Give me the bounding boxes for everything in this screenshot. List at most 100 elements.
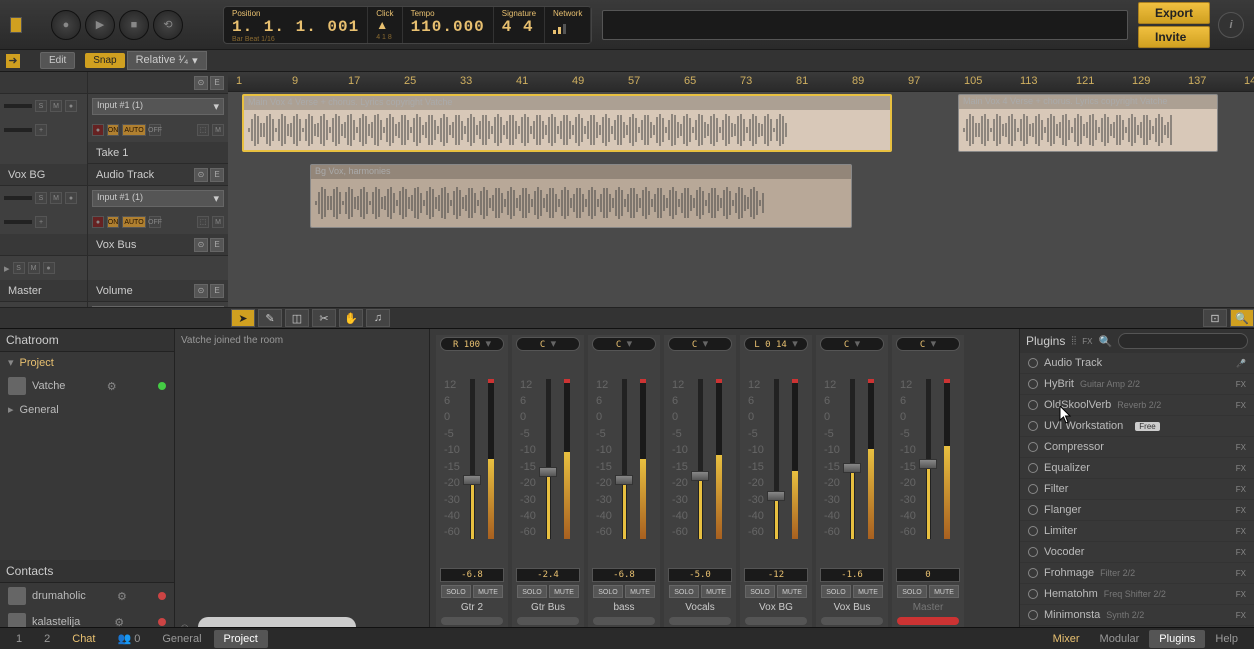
chat-user[interactable]: Vatche⚙ xyxy=(0,373,174,399)
plugin-item[interactable]: Audio Track 🎤 xyxy=(1020,353,1254,374)
loop-button[interactable]: ⟲ xyxy=(153,10,183,40)
pan-display[interactable]: C ▾ xyxy=(668,337,732,351)
solo-btn[interactable]: S xyxy=(35,100,47,112)
auto-btn[interactable]: AUTO xyxy=(122,124,146,136)
pencil-tool[interactable]: ✎ xyxy=(258,309,282,327)
gear-icon[interactable]: ⚙ xyxy=(117,590,127,603)
db-display[interactable]: -6.8 xyxy=(592,568,656,582)
fader-track[interactable] xyxy=(546,379,551,539)
contact-item[interactable]: drumaholic⚙ xyxy=(0,583,174,609)
mute-button[interactable]: MUTE xyxy=(777,585,807,598)
db-display[interactable]: -12 xyxy=(744,568,808,582)
db-display[interactable]: -1.6 xyxy=(820,568,884,582)
footer-tab[interactable]: Project xyxy=(214,630,268,648)
pan-display[interactable]: C ▾ xyxy=(820,337,884,351)
rec-icon[interactable]: ● xyxy=(92,124,104,136)
mute-button[interactable]: MUTE xyxy=(473,585,503,598)
pan-display[interactable]: L 0 14 ▾ xyxy=(744,337,808,351)
fader-handle[interactable] xyxy=(691,471,709,481)
input-dropdown[interactable]: Input #1 (1) ▾ xyxy=(92,98,224,115)
zoom-tool[interactable]: 🔍 xyxy=(1230,309,1254,327)
track-edit-icon[interactable]: E xyxy=(210,284,224,298)
edit-button[interactable]: Edit xyxy=(40,52,75,69)
plugin-item[interactable]: Compressor FX xyxy=(1020,437,1254,458)
snap-button[interactable]: Snap xyxy=(85,53,124,68)
db-display[interactable]: -5.0 xyxy=(668,568,732,582)
export-button[interactable]: Export xyxy=(1138,2,1210,24)
footer-tab[interactable]: General xyxy=(152,630,211,648)
footer-tab[interactable]: Chat xyxy=(62,630,105,648)
plugin-item[interactable]: Equalizer FX xyxy=(1020,458,1254,479)
solo-btn[interactable]: S xyxy=(35,192,47,204)
mute-button[interactable]: MUTE xyxy=(549,585,579,598)
off-btn[interactable]: OFF xyxy=(149,124,161,136)
db-display[interactable]: -6.8 xyxy=(440,568,504,582)
pan-slider[interactable] xyxy=(4,196,32,200)
stop-button[interactable]: ■ xyxy=(119,10,149,40)
track-edit-icon[interactable]: E xyxy=(210,76,224,90)
fader-track[interactable] xyxy=(698,379,703,539)
zoom-fit[interactable]: ⊡ xyxy=(1203,309,1227,327)
footer-tab[interactable]: 👥 0 xyxy=(108,629,151,648)
note-tool[interactable]: ♫ xyxy=(366,309,390,327)
solo-button[interactable]: SOLO xyxy=(745,585,775,598)
strip-volbar[interactable] xyxy=(517,617,579,625)
timeline-ruler[interactable]: 1917253341495765738189971051131211291371… xyxy=(228,72,1254,92)
strip-volbar[interactable] xyxy=(745,617,807,625)
solo-button[interactable]: SOLO xyxy=(669,585,699,598)
plugin-item[interactable]: Vocoder FX xyxy=(1020,542,1254,563)
solo-button[interactable]: SOLO xyxy=(897,585,927,598)
track-opt-icon[interactable]: ⊙ xyxy=(194,76,208,90)
fader-track[interactable] xyxy=(774,379,779,539)
footer-tab[interactable]: Mixer xyxy=(1043,630,1090,648)
fader-handle[interactable] xyxy=(919,459,937,469)
cut-tool[interactable]: ✂ xyxy=(312,309,336,327)
pan-display[interactable]: C ▾ xyxy=(896,337,960,351)
meter-btn[interactable]: ⬚ xyxy=(197,124,209,136)
plugin-item[interactable]: Limiter FX xyxy=(1020,521,1254,542)
off-btn[interactable]: OFF xyxy=(149,216,161,228)
plugin-item[interactable]: Filter FX xyxy=(1020,479,1254,500)
fader-handle[interactable] xyxy=(463,475,481,485)
hand-tool[interactable]: ✋ xyxy=(339,309,363,327)
mute-button[interactable]: MUTE xyxy=(625,585,655,598)
menu-toggle[interactable] xyxy=(10,17,22,33)
signature-value[interactable]: 4 4 xyxy=(502,18,536,36)
vol-slider[interactable] xyxy=(4,128,32,132)
plugins-search[interactable] xyxy=(1118,333,1248,349)
mute-button[interactable]: MUTE xyxy=(853,585,883,598)
rec-icon[interactable]: ● xyxy=(92,216,104,228)
strip-volbar[interactable] xyxy=(593,617,655,625)
plugin-item[interactable]: HyBrit Guitar Amp 2/2 FX xyxy=(1020,374,1254,395)
pan-display[interactable]: C ▾ xyxy=(516,337,580,351)
info-button[interactable]: i xyxy=(1218,12,1244,38)
solo-btn[interactable]: S xyxy=(13,262,25,274)
clip-main-vox-1[interactable]: Main Vox 4 Verse + chorus. Lyrics copyri… xyxy=(242,94,892,152)
plugin-item[interactable]: Minimonsta Synth 2/2 FX xyxy=(1020,605,1254,626)
footer-tab[interactable]: Plugins xyxy=(1149,630,1205,648)
input-dropdown[interactable]: All → Chn 1 ▾ xyxy=(92,306,224,308)
vol-slider[interactable] xyxy=(4,220,32,224)
footer-tab[interactable]: Help xyxy=(1205,630,1248,648)
track-edit-icon[interactable]: E xyxy=(210,238,224,252)
fader-track[interactable] xyxy=(850,379,855,539)
on-btn[interactable]: ON xyxy=(107,124,119,136)
timeline-overview[interactable] xyxy=(602,10,1128,40)
fader-track[interactable] xyxy=(622,379,627,539)
tempo-value[interactable]: 110.000 xyxy=(411,18,485,36)
metronome-icon[interactable]: ▲ xyxy=(376,18,393,34)
track-opt-icon[interactable]: ⊙ xyxy=(194,168,208,182)
solo-button[interactable]: SOLO xyxy=(593,585,623,598)
arrow-icon[interactable]: ➜ xyxy=(6,54,20,68)
mute-btn[interactable]: M xyxy=(50,100,62,112)
fader-handle[interactable] xyxy=(615,475,633,485)
plugin-item[interactable]: Hematohm Freq Shifter 2/2 FX xyxy=(1020,584,1254,605)
strip-volbar[interactable] xyxy=(821,617,883,625)
fader-handle[interactable] xyxy=(767,491,785,501)
footer-tab[interactable]: Modular xyxy=(1090,630,1150,648)
fader-handle[interactable] xyxy=(843,463,861,473)
plugin-item[interactable]: OldSkoolVerb Reverb 2/2 FX xyxy=(1020,395,1254,416)
strip-volbar[interactable] xyxy=(669,617,731,625)
record-button[interactable]: ● xyxy=(51,10,81,40)
auto-btn[interactable]: AUTO xyxy=(122,216,146,228)
